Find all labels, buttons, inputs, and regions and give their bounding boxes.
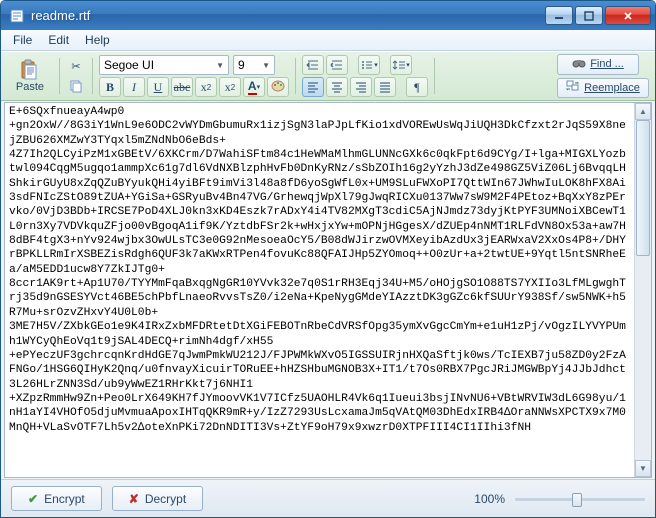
cut-icon: ✂ [71, 60, 80, 73]
editor-area: ▲ ▼ [4, 102, 652, 478]
italic-button[interactable]: I [123, 77, 145, 97]
font-size-value: 9 [238, 58, 245, 72]
highlight-button[interactable] [267, 77, 289, 97]
align-right-button[interactable] [350, 77, 372, 97]
encrypt-label: Encrypt [44, 492, 85, 506]
scroll-up-button[interactable]: ▲ [635, 103, 651, 120]
maximize-button[interactable] [575, 6, 603, 25]
zoom-level: 100% [474, 492, 505, 506]
copy-button[interactable] [66, 76, 86, 96]
indent-increase-button[interactable] [326, 55, 348, 75]
palette-icon [271, 80, 285, 94]
scroll-down-button[interactable]: ▼ [635, 460, 651, 477]
replace-button[interactable]: Reemplace [557, 78, 649, 99]
menu-edit[interactable]: Edit [40, 31, 77, 49]
binoculars-icon [572, 57, 586, 72]
text-editor[interactable] [5, 103, 634, 477]
paste-label: Paste [16, 81, 44, 93]
find-button[interactable]: Find ... [557, 54, 639, 75]
subscript-button[interactable]: x2 [195, 77, 217, 97]
app-icon [9, 8, 25, 24]
find-label: Find ... [590, 58, 624, 70]
underline-button[interactable]: U [147, 77, 169, 97]
bold-button[interactable]: B [99, 77, 121, 97]
decrypt-label: Decrypt [145, 492, 186, 506]
strike-button[interactable]: abc [171, 77, 193, 97]
align-center-button[interactable] [326, 77, 348, 97]
replace-icon [566, 80, 580, 95]
vertical-scrollbar[interactable]: ▲ ▼ [634, 103, 651, 477]
line-spacing-button[interactable]: ▾ [390, 55, 412, 75]
copy-icon [69, 79, 83, 93]
replace-label: Reemplace [584, 82, 640, 94]
scroll-thumb[interactable] [636, 120, 650, 256]
bullet-list-button[interactable]: ▾ [358, 55, 380, 75]
title-bar: readme.rtf [1, 1, 655, 30]
indent-decrease-button[interactable] [302, 55, 324, 75]
menu-bar: File Edit Help [1, 30, 655, 51]
window-title: readme.rtf [31, 8, 545, 23]
menu-file[interactable]: File [5, 31, 40, 49]
menu-help[interactable]: Help [77, 31, 118, 49]
zoom-thumb[interactable] [572, 493, 582, 507]
minimize-button[interactable] [545, 6, 573, 25]
paste-icon [17, 59, 43, 81]
encrypt-button[interactable]: ✔ Encrypt [11, 486, 102, 511]
status-bar: ✔ Encrypt ✘ Decrypt 100% [1, 479, 655, 517]
align-justify-button[interactable] [374, 77, 396, 97]
font-size-select[interactable]: 9▼ [233, 55, 275, 75]
font-family-value: Segoe UI [104, 58, 154, 72]
superscript-button[interactable]: x2 [219, 77, 241, 97]
close-button[interactable] [605, 6, 651, 25]
font-color-button[interactable]: A▾ [243, 77, 265, 97]
chevron-down-icon: ▼ [216, 61, 224, 70]
font-family-select[interactable]: Segoe UI ▼ [99, 55, 229, 75]
scroll-track[interactable] [635, 120, 651, 460]
toolbar: Paste ✂ Segoe UI▼ 9▼ B I U abc [1, 51, 655, 101]
zoom-slider[interactable] [515, 490, 645, 508]
check-icon: ✔ [28, 492, 38, 506]
align-left-button[interactable] [302, 77, 324, 97]
paste-button[interactable]: Paste [7, 54, 53, 98]
paragraph-button[interactable]: ¶ [406, 77, 428, 97]
chevron-down-icon: ▼ [262, 61, 270, 70]
cut-button[interactable]: ✂ [66, 56, 86, 76]
decrypt-button[interactable]: ✘ Decrypt [112, 486, 203, 511]
cross-icon: ✘ [129, 492, 139, 506]
